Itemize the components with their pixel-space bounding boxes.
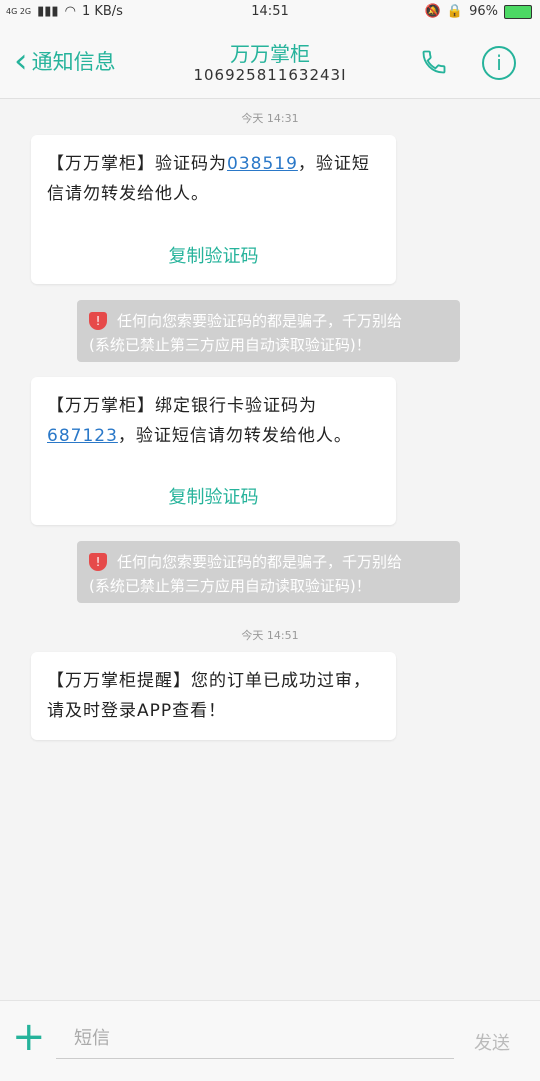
conversation-header: ‹ 通知信息 万万掌柜 10692581163243I i: [0, 26, 540, 99]
warning-line: (系统已禁止第三方应用自动读取验证码)！: [89, 577, 371, 595]
verification-code-link[interactable]: 687123: [47, 426, 118, 446]
status-bar: 4G 2G ▮▮▮ ◠ 1 KB/s 14:51 🔕 🔒 96%: [0, 0, 540, 26]
info-icon[interactable]: i: [482, 46, 516, 80]
send-button[interactable]: 发送: [474, 1029, 510, 1055]
copy-code-button[interactable]: 复制验证码: [31, 242, 396, 268]
contact-number: 10692581163243I: [193, 66, 347, 84]
warning-line: 任何向您索要验证码的都是骗子，千万别给: [117, 312, 403, 330]
message-input-bar: + 短信 发送: [0, 1000, 540, 1081]
message-text: 【万万掌柜提醒】您的订单已成功过审，请及时登录APP查看！: [47, 671, 371, 721]
message-text: 【万万掌柜】验证码为038519，验证短信请勿转发给他人。: [47, 154, 370, 204]
mute-icon: 🔕: [424, 4, 441, 19]
message-input[interactable]: 短信: [56, 1019, 454, 1059]
warning-line: (系统已禁止第三方应用自动读取验证码)！: [89, 336, 371, 354]
battery-icon: [504, 4, 532, 19]
message-bubble: 【万万掌柜提醒】您的订单已成功过审，请及时登录APP查看！: [31, 652, 396, 740]
verification-code-link[interactable]: 038519: [227, 154, 298, 174]
security-warning: ! 任何向您索要验证码的都是骗子，千万别给 (系统已禁止第三方应用自动读取验证码…: [77, 300, 460, 362]
shield-warning-icon: !: [89, 553, 107, 571]
battery-percent: 96%: [469, 4, 498, 19]
phone-icon[interactable]: [420, 48, 448, 76]
warning-line: 任何向您索要验证码的都是骗子，千万别给: [117, 553, 403, 571]
contact-name: 万万掌柜: [230, 42, 310, 66]
message-bubble: 【万万掌柜】验证码为038519，验证短信请勿转发给他人。 复制验证码: [31, 135, 396, 284]
add-attachment-icon[interactable]: +: [12, 1017, 46, 1057]
lock-icon: 🔒: [446, 4, 464, 19]
copy-code-button[interactable]: 复制验证码: [31, 483, 396, 509]
timestamp: 今天 14:51: [241, 629, 299, 642]
message-text: 【万万掌柜】绑定银行卡验证码为687123，验证短信请勿转发给他人。: [47, 396, 352, 446]
security-warning: ! 任何向您索要验证码的都是骗子，千万别给 (系统已禁止第三方应用自动读取验证码…: [77, 541, 460, 603]
shield-warning-icon: !: [89, 312, 107, 330]
message-bubble: 【万万掌柜】绑定银行卡验证码为687123，验证短信请勿转发给他人。 复制验证码: [31, 377, 396, 525]
timestamp: 今天 14:31: [241, 112, 299, 125]
